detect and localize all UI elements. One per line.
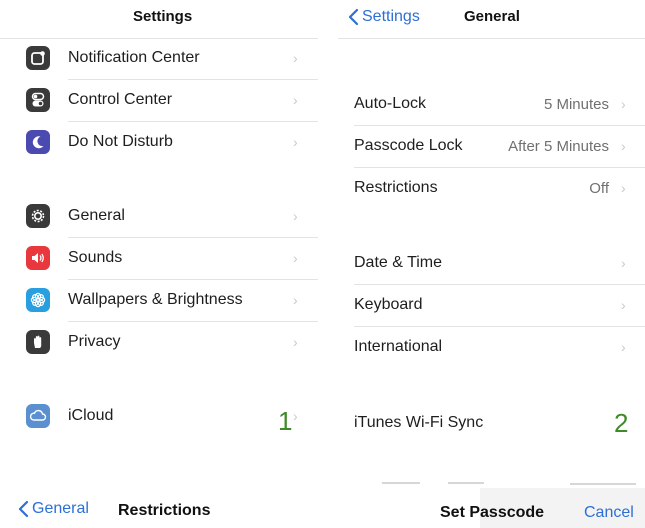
general-item-keyboard[interactable]: Keyboard ›: [338, 285, 645, 325]
general-item-label: International: [354, 338, 443, 355]
general-title: General: [464, 8, 520, 25]
restrictions-title: Restrictions: [118, 502, 211, 519]
settings-item-general[interactable]: General ›: [0, 196, 318, 236]
flower-icon: [26, 288, 50, 312]
general-item-value: After 5 Minutes: [508, 137, 609, 155]
chevron-right-icon: ›: [621, 180, 626, 196]
chevron-right-icon: ›: [293, 334, 298, 350]
chevron-right-icon: ›: [621, 96, 626, 112]
chevron-right-icon: ›: [293, 92, 298, 108]
settings-item-wallpapers-brightness[interactable]: Wallpapers & Brightness ›: [0, 280, 318, 320]
set-passcode-title: Set Passcode: [440, 504, 545, 521]
settings-item-label: Wallpapers & Brightness: [68, 291, 243, 308]
settings-item-label: Do Not Disturb: [68, 133, 173, 150]
speaker-icon: [26, 246, 50, 270]
general-item-label: Keyboard: [354, 296, 423, 313]
chevron-left-icon: [18, 500, 29, 518]
general-item-restrictions[interactable]: Restrictions Off ›: [338, 168, 645, 208]
settings-item-privacy[interactable]: Privacy ›: [0, 322, 318, 362]
settings-item-do-not-disturb[interactable]: Do Not Disturb ›: [0, 122, 318, 162]
cancel-button-label: Cancel: [584, 504, 634, 521]
moon-icon: [26, 130, 50, 154]
chevron-right-icon: ›: [621, 255, 626, 271]
general-item-label: Auto-Lock: [354, 95, 427, 112]
settings-item-label: Privacy: [68, 333, 121, 350]
chevron-right-icon: ›: [293, 292, 298, 308]
general-item-label: Date & Time: [354, 254, 443, 271]
partial-text-line: [382, 482, 420, 484]
general-item-international[interactable]: International ›: [338, 327, 645, 367]
general-item-date-time[interactable]: Date & Time ›: [338, 243, 645, 283]
annotation-number: 2: [614, 408, 629, 438]
notification-center-icon: [26, 46, 50, 70]
cancel-button[interactable]: Cancel: [584, 504, 634, 522]
settings-title: Settings: [133, 8, 193, 25]
settings-screen: Settings Notification Center › Control C…: [0, 0, 318, 528]
general-item-itunes-wifi-sync[interactable]: iTunes Wi-Fi Sync: [338, 403, 645, 443]
back-button-label: General: [32, 500, 89, 517]
settings-item-label: iCloud: [68, 407, 114, 424]
chevron-right-icon: ›: [621, 339, 626, 355]
gear-icon: [26, 204, 50, 228]
chevron-right-icon: ›: [293, 408, 298, 424]
settings-item-icloud[interactable]: iCloud ›: [0, 396, 318, 436]
chevron-right-icon: ›: [621, 138, 626, 154]
nav-separator: [338, 38, 645, 39]
general-item-label: Restrictions: [354, 179, 438, 196]
settings-item-label: Notification Center: [68, 49, 200, 66]
hand-icon: [26, 330, 50, 354]
chevron-right-icon: ›: [293, 208, 298, 224]
settings-item-sounds[interactable]: Sounds ›: [0, 238, 318, 278]
chevron-right-icon: ›: [293, 134, 298, 150]
general-screen: Settings General Auto-Lock 5 Minutes › P…: [338, 0, 645, 528]
partial-text-line: [448, 482, 484, 484]
cloud-icon: [26, 404, 50, 428]
general-item-value: 5 Minutes: [543, 95, 609, 113]
chevron-right-icon: ›: [621, 297, 626, 313]
control-center-icon: [26, 88, 50, 112]
general-item-label: iTunes Wi-Fi Sync: [354, 414, 484, 431]
general-item-auto-lock[interactable]: Auto-Lock 5 Minutes ›: [338, 84, 645, 124]
settings-item-label: General: [68, 207, 125, 224]
chevron-right-icon: ›: [293, 250, 298, 266]
settings-item-label: Sounds: [68, 249, 123, 266]
settings-item-notification-center[interactable]: Notification Center ›: [0, 38, 318, 78]
partial-text-line: [570, 483, 636, 485]
general-item-value: Off: [589, 179, 609, 197]
back-button[interactable]: General: [18, 500, 89, 518]
chevron-left-icon: [348, 8, 359, 26]
annotation-number: 1: [278, 406, 293, 436]
chevron-right-icon: ›: [293, 50, 298, 66]
back-button-label: Settings: [362, 8, 420, 25]
settings-item-control-center[interactable]: Control Center ›: [0, 80, 318, 120]
general-item-label: Passcode Lock: [354, 137, 463, 154]
back-button[interactable]: Settings: [348, 8, 420, 26]
settings-item-label: Control Center: [68, 91, 173, 108]
general-item-passcode-lock[interactable]: Passcode Lock After 5 Minutes ›: [338, 126, 645, 166]
